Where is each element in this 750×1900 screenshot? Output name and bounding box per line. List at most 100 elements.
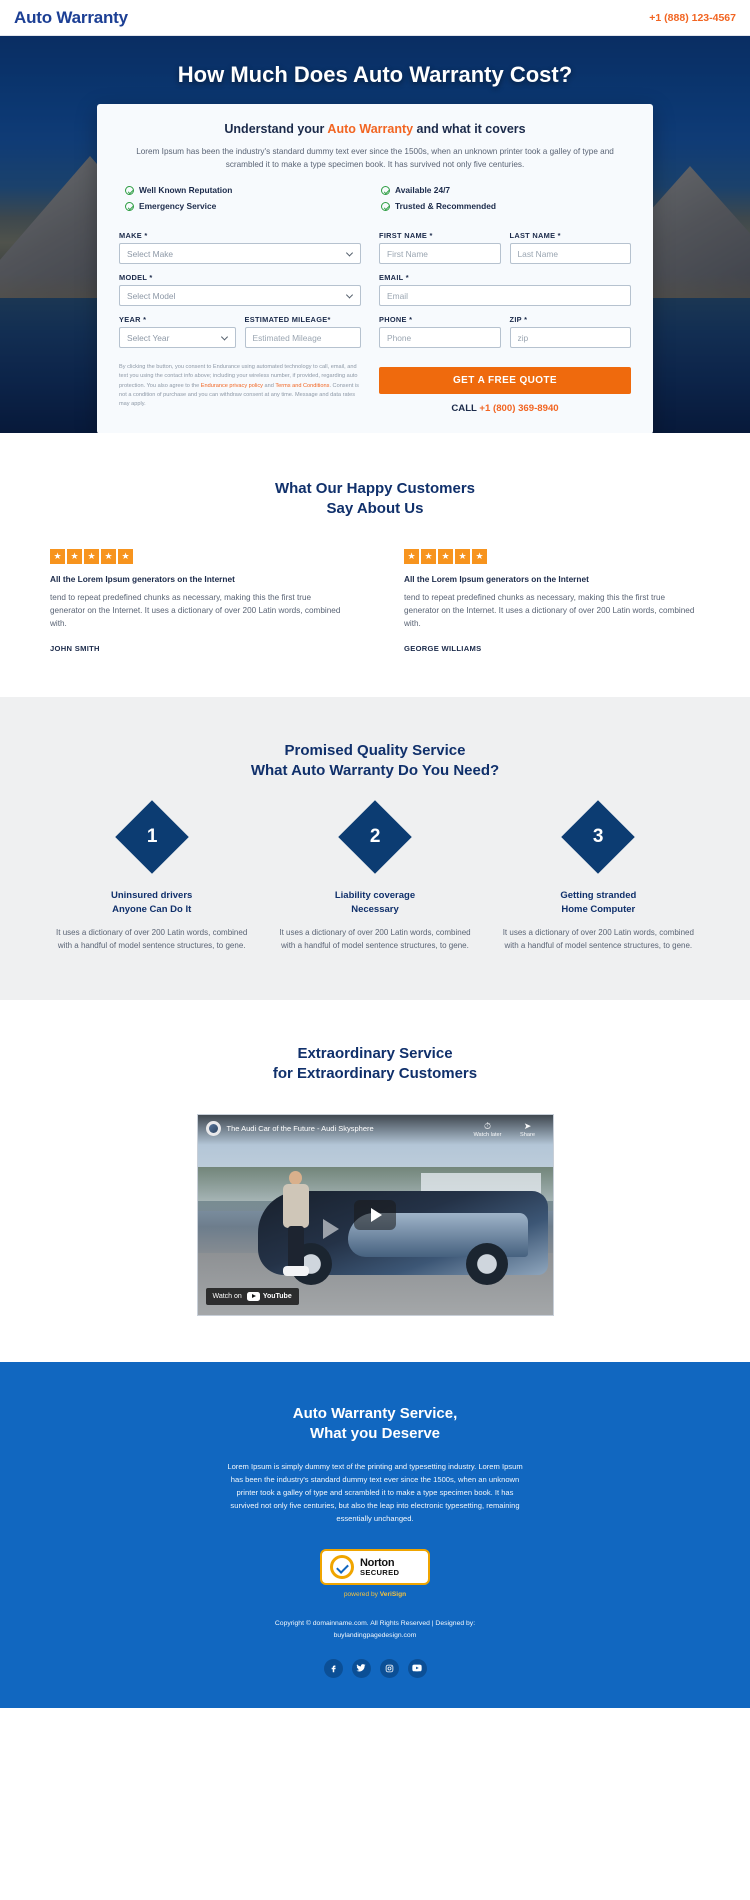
make-select-value: Select Make — [127, 248, 174, 259]
star-icon: ★ — [438, 548, 453, 564]
check-circle-icon — [381, 201, 390, 211]
share-button[interactable]: ➤ Share — [511, 1121, 545, 1138]
play-button[interactable] — [354, 1199, 396, 1230]
landing-page: Auto Warranty +1 (888) 123-4567 How Much… — [0, 0, 750, 1708]
social-links — [0, 1658, 750, 1678]
quality-title-line1: Promised Quality Service — [284, 742, 466, 760]
year-select[interactable]: Select Year — [119, 327, 236, 349]
copyright-line2[interactable]: buylandingpagedesign.com — [0, 1630, 750, 1641]
youtube-label: YouTube — [262, 1292, 292, 1300]
feature-item: Well Known Reputation — [125, 185, 375, 195]
header-phone-link[interactable]: +1 (888) 123-4567 — [649, 12, 736, 24]
zip-input[interactable] — [509, 327, 631, 349]
diamond-number: 2 — [369, 826, 381, 848]
feature-label: Well Known Reputation — [139, 185, 233, 196]
video-title-line2: for Extraordinary Customers — [272, 1065, 478, 1083]
quote-form-card: Understand your Auto Warranty and what i… — [97, 104, 653, 433]
feature-column-left: Well Known Reputation Emergency Service — [119, 185, 375, 217]
testimonial-author: JOHN SMITH — [50, 644, 100, 654]
quality-item-body: It uses a dictionary of over 200 Latin w… — [279, 928, 471, 951]
first-name-input[interactable] — [379, 243, 501, 265]
quality-title-line2: What Auto Warranty Do You Need? — [250, 762, 500, 780]
watch-later-button[interactable]: ⏱ Watch later — [471, 1121, 505, 1138]
privacy-policy-link[interactable]: Endurance privacy policy — [201, 383, 263, 389]
quality-section: Promised Quality Service What Auto Warra… — [0, 697, 750, 1001]
instagram-icon[interactable] — [379, 1658, 399, 1678]
form-heading-post: and what it covers — [413, 122, 526, 136]
feature-label: Trusted & Recommended — [395, 201, 496, 212]
model-select-value: Select Model — [127, 290, 176, 301]
person-shoes — [282, 1265, 309, 1276]
field-first-name: FIRST NAME * — [379, 231, 501, 265]
testimonial-author: GEORGE WILLIAMS — [404, 644, 482, 654]
diamond-badge: 2 — [338, 800, 412, 874]
diamond-number: 3 — [593, 826, 604, 848]
channel-avatar-icon[interactable] — [205, 1120, 221, 1136]
watch-on-youtube-button[interactable]: Watch on YouTube — [205, 1287, 299, 1305]
quality-item: 1 Uninsured drivers Anyone Can Do It It … — [40, 800, 263, 952]
person-head — [288, 1170, 302, 1185]
share-icon: ➤ — [523, 1120, 532, 1131]
get-free-quote-button[interactable]: GET A FREE QUOTE — [379, 367, 631, 395]
quality-item-title: Uninsured drivers Anyone Can Do It — [54, 889, 249, 916]
diamond-badge: 1 — [114, 800, 189, 874]
form-column-vehicle: MAKE * Select Make MODEL * Select Model — [119, 231, 361, 357]
video-section: Extraordinary Service for Extraordinary … — [0, 1000, 750, 1362]
testimonial-body: tend to repeat predefined chunks as nece… — [50, 592, 341, 629]
mileage-label: ESTIMATED MILEAGE* — [244, 315, 331, 325]
facebook-icon[interactable] — [323, 1658, 343, 1678]
model-select[interactable]: Select Model — [119, 285, 361, 307]
year-mileage-row: YEAR * Select Year ESTIMATED MILEAGE* — [119, 315, 361, 357]
chevron-down-icon — [220, 333, 228, 341]
star-icon: ★ — [84, 548, 99, 564]
rating-stars: ★ ★ ★ ★ ★ — [50, 548, 346, 564]
quality-item: 2 Liability coverage Necessary It uses a… — [263, 800, 486, 952]
phone-zip-row: PHONE * ZIP * — [379, 315, 631, 357]
chevron-down-icon — [345, 249, 354, 257]
make-select[interactable]: Select Make — [119, 243, 361, 265]
youtube-icon[interactable] — [407, 1658, 427, 1678]
call-prefix: CALL — [451, 403, 480, 415]
video-player-title[interactable]: The Audi Car of the Future - Audi Skysph… — [227, 1121, 465, 1133]
video-player[interactable]: The Audi Car of the Future - Audi Skysph… — [196, 1113, 554, 1316]
field-email: EMAIL * — [379, 273, 631, 307]
chevron-down-icon — [345, 291, 354, 299]
quality-item-title-line2: Home Computer — [561, 903, 636, 915]
first-name-label: FIRST NAME * — [379, 231, 433, 241]
quality-item-body: It uses a dictionary of over 200 Latin w… — [502, 928, 694, 951]
phone-input[interactable] — [379, 327, 501, 349]
quality-item-title-line2: Necessary — [351, 903, 399, 915]
testimonial-card: ★ ★ ★ ★ ★ All the Lorem Ipsum generators… — [404, 548, 700, 654]
star-icon: ★ — [472, 548, 487, 564]
watch-later-label: Watch later — [473, 1131, 502, 1138]
call-line: CALL +1 (800) 369-8940 — [379, 403, 631, 414]
field-mileage: ESTIMATED MILEAGE* — [244, 315, 361, 349]
feature-label: Emergency Service — [139, 201, 217, 212]
diamond-number: 1 — [146, 826, 157, 848]
mileage-input[interactable] — [244, 327, 361, 349]
testimonials-title-line2: Say About Us — [326, 499, 424, 517]
youtube-play-icon — [246, 1291, 260, 1301]
diamond-badge: 3 — [561, 800, 636, 874]
form-footer: By clicking the button, you consent to E… — [119, 363, 631, 414]
feature-label: Available 24/7 — [395, 185, 451, 196]
powered-brand: VeriSign — [379, 1591, 407, 1599]
video-title-line1: Extraordinary Service — [297, 1045, 453, 1063]
footer-title: Auto Warranty Service, What you Deserve — [0, 1404, 750, 1444]
twitter-icon[interactable] — [351, 1658, 371, 1678]
email-input[interactable] — [379, 285, 631, 307]
last-name-input[interactable] — [509, 243, 631, 265]
star-icon: ★ — [404, 548, 419, 564]
star-icon: ★ — [67, 548, 82, 564]
testimonials-section: What Our Happy Customers Say About Us ★ … — [0, 433, 750, 698]
quality-title: Promised Quality Service What Auto Warra… — [40, 741, 710, 781]
star-icon: ★ — [455, 548, 470, 564]
make-label: MAKE * — [119, 231, 148, 241]
terms-link[interactable]: Terms and Conditions — [275, 383, 329, 389]
cta-column: GET A FREE QUOTE CALL +1 (800) 369-8940 — [379, 363, 631, 414]
copyright-line1: Copyright © domainname.com. All Rights R… — [274, 1620, 476, 1628]
logo[interactable]: Auto Warranty — [14, 8, 128, 28]
call-phone-link[interactable]: +1 (800) 369-8940 — [479, 403, 558, 414]
person-legs — [287, 1225, 304, 1268]
person-coat — [282, 1183, 309, 1228]
